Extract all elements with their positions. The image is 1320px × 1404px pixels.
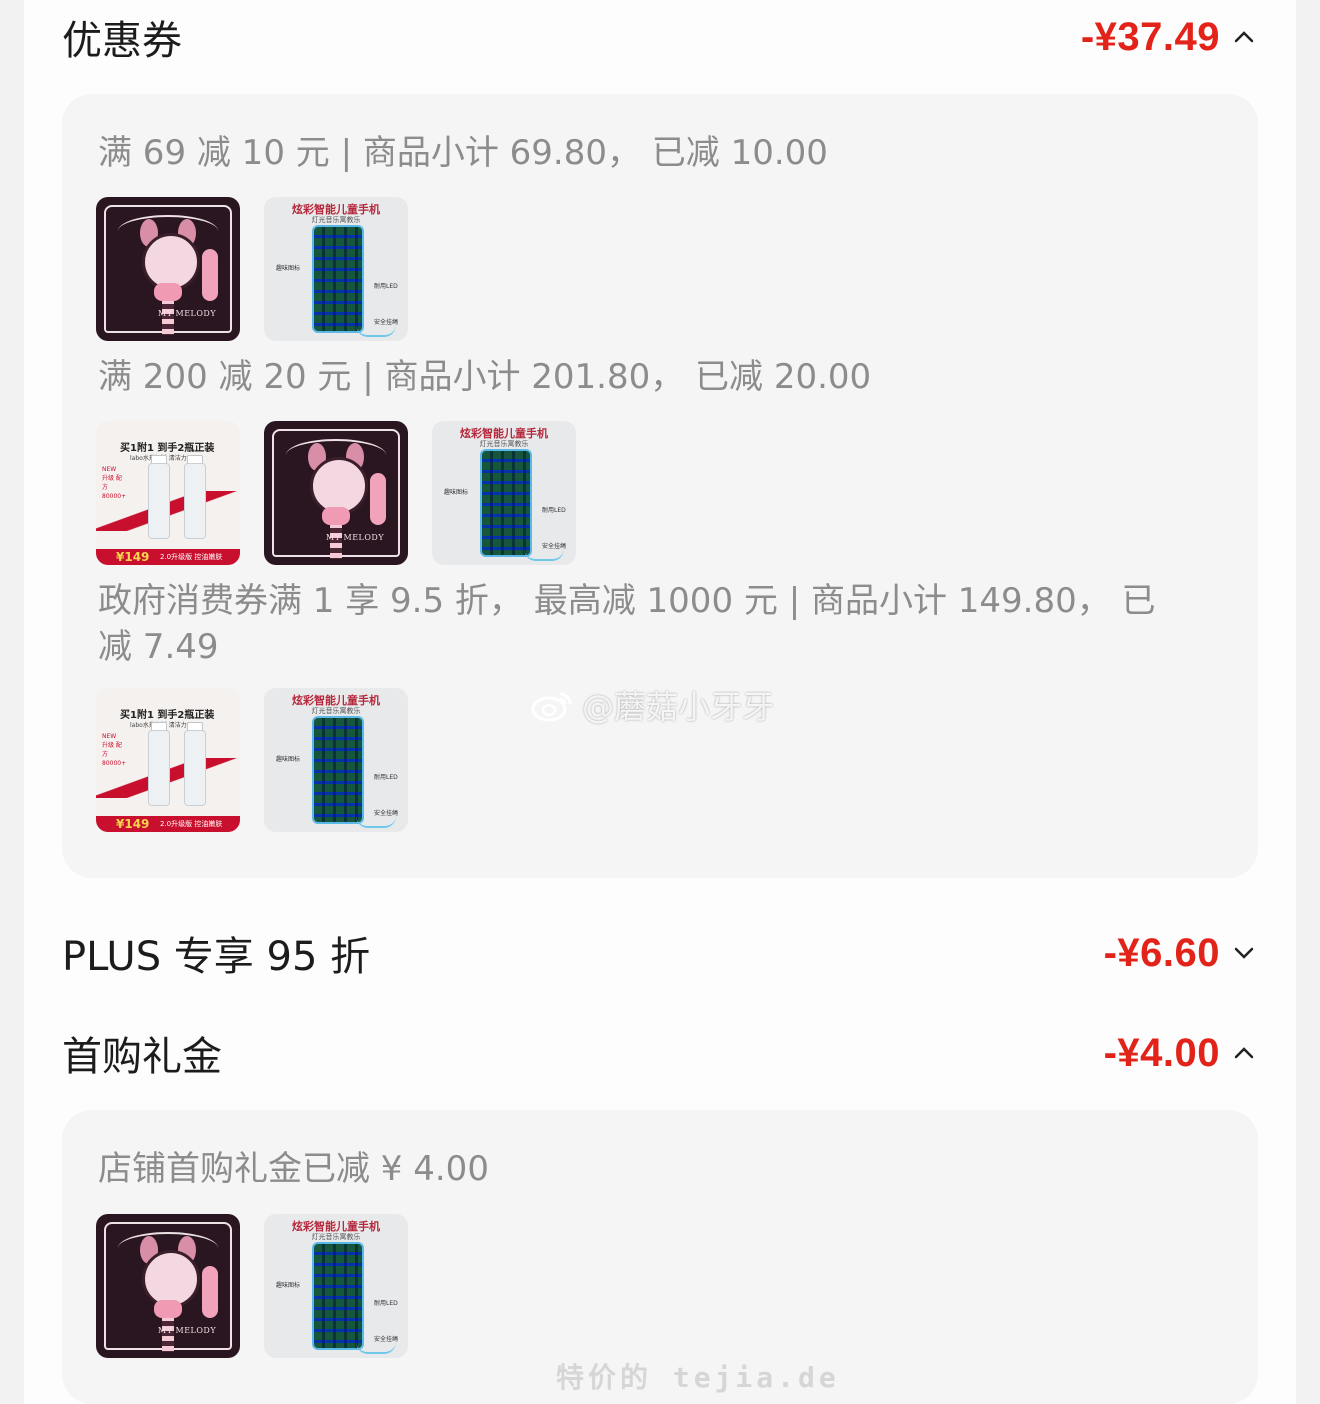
product-headline: 买1附1 到手2瓶正装 (120, 710, 215, 721)
product-side-text: NEW 升级 配方 80000+ (102, 466, 127, 500)
heart-shape (154, 1300, 182, 1318)
product-subtitle: 灯光音乐寓教乐 (479, 440, 529, 448)
chevron-down-icon[interactable] (1230, 939, 1258, 967)
plus-section-header[interactable]: PLUS 专享 95 折 -¥6.60 (62, 918, 1258, 988)
chevron-up-icon[interactable] (1230, 23, 1258, 51)
product-label-bottom: 安全挂绳 (374, 319, 399, 326)
first-purchase-text: 店铺首购礼金已减 ¥ 4.00 (98, 1149, 489, 1189)
product-thumb-phone[interactable]: 炫彩智能儿童手机 灯光音乐寓教乐 趣味图标 耐用LED 安全挂绳 (432, 421, 576, 565)
product-thumb-phone[interactable]: 炫彩智能儿童手机 灯光音乐寓教乐 趣味图标 耐用LED 安全挂绳 (264, 688, 408, 832)
product-label-bottom: 安全挂绳 (374, 810, 399, 817)
product-thumb-melody[interactable]: MY MELODY (264, 421, 408, 565)
heart-shape (322, 507, 350, 525)
coupon-section-title: 优惠券 (62, 18, 182, 64)
phone-body (480, 449, 532, 557)
product-subtitle: 灯光音乐寓教乐 (311, 707, 361, 715)
plus-discount-amount: -¥6.60 (1103, 930, 1220, 975)
product-label-left: 趣味图标 (444, 489, 469, 496)
coupon-group-3-products: 买1附1 到手2瓶正装 labo水升级版 清洁力UP NEW 升级 配方 800… (96, 688, 408, 832)
tag-shape (202, 249, 218, 301)
product-label-bottom: 安全挂绳 (542, 543, 567, 550)
phone-body (312, 225, 364, 333)
coupon-discount-amount: -¥37.49 (1080, 14, 1220, 59)
coupon-section-header[interactable]: 优惠券 -¥37.49 (62, 2, 1258, 72)
heart-shape (154, 283, 182, 301)
first-purchase-section-header[interactable]: 首购礼金 -¥4.00 (62, 1018, 1258, 1088)
product-thumb-melody[interactable]: MY MELODY (96, 1214, 240, 1358)
phone-cord (356, 1342, 396, 1354)
first-purchase-products: MY MELODY 炫彩智能儿童手机 灯光音乐寓教乐 趣味图标 耐用LED 安全… (96, 1214, 408, 1358)
phone-body (312, 1242, 364, 1350)
phone-cord (356, 325, 396, 337)
phone-cord (356, 816, 396, 828)
footer-watermark: 特价的 tejia.de (556, 1361, 840, 1394)
product-label: MY MELODY (326, 533, 385, 542)
product-thumb-skincare[interactable]: 买1附1 到手2瓶正装 labo水升级版 清洁力UP NEW 升级 配方 800… (96, 421, 240, 565)
product-label-left: 趣味图标 (276, 1282, 301, 1289)
phone-cord (524, 549, 564, 561)
product-version: 2.0升级版 控油嫩肤 (160, 820, 223, 828)
coupon-group-2-text: 满 200 减 20 元 | 商品小计 201.80， 已减 20.00 (98, 357, 872, 397)
coupon-group-3-text: 政府消费券满 1 享 9.5 折， 最高减 1000 元 | 商品小计 149.… (98, 581, 1156, 667)
product-subtitle: 灯光音乐寓教乐 (311, 1233, 361, 1241)
bottle-shape (148, 730, 170, 806)
product-price: ¥149 (116, 817, 150, 831)
product-label-right: 耐用LED (374, 774, 398, 781)
plus-amount-group[interactable]: -¥6.60 (1104, 931, 1258, 976)
product-label-right: 耐用LED (374, 283, 398, 290)
phone-body (312, 716, 364, 824)
weibo-watermark: @蘑菇小牙牙 (530, 682, 774, 728)
product-thumb-melody[interactable]: MY MELODY (96, 197, 240, 341)
product-label-left: 趣味图标 (276, 756, 301, 763)
chevron-up-icon[interactable] (1230, 1039, 1258, 1067)
product-label-right: 耐用LED (374, 1300, 398, 1307)
product-label-bottom: 安全挂绳 (374, 1336, 399, 1343)
tag-shape (202, 1266, 218, 1318)
bottle-shape (184, 730, 206, 806)
product-thumb-phone[interactable]: 炫彩智能儿童手机 灯光音乐寓教乐 趣味图标 耐用LED 安全挂绳 (264, 197, 408, 341)
product-label-left: 趣味图标 (276, 265, 301, 272)
product-side-text: NEW 升级 配方 80000+ (102, 733, 127, 767)
product-subtitle: 灯光音乐寓教乐 (311, 216, 361, 224)
product-thumb-skincare[interactable]: 买1附1 到手2瓶正装 labo水升级版 清洁力UP NEW 升级 配方 800… (96, 688, 240, 832)
product-version: 2.0升级版 控油嫩肤 (160, 553, 223, 561)
coupon-group-1-products: MY MELODY 炫彩智能儿童手机 灯光音乐寓教乐 趣味图标 耐用LED 安全… (96, 197, 408, 341)
tag-shape (370, 473, 386, 525)
product-headline: 买1附1 到手2瓶正装 (120, 443, 215, 454)
bottle-shape (184, 463, 206, 539)
product-label: MY MELODY (158, 1326, 217, 1335)
weibo-logo-icon (531, 692, 572, 722)
product-label: MY MELODY (158, 309, 217, 318)
first-purchase-amount-group[interactable]: -¥4.00 (1104, 1031, 1258, 1076)
coupon-group-2-products: 买1附1 到手2瓶正装 labo水升级版 清洁力UP NEW 升级 配方 800… (96, 421, 576, 565)
plus-section-title: PLUS 专享 95 折 (62, 934, 371, 980)
bottle-shape (148, 463, 170, 539)
first-purchase-section-title: 首购礼金 (62, 1034, 222, 1080)
product-thumb-phone[interactable]: 炫彩智能儿童手机 灯光音乐寓教乐 趣味图标 耐用LED 安全挂绳 (264, 1214, 408, 1358)
first-purchase-discount-amount: -¥4.00 (1103, 1030, 1220, 1075)
coupon-group-1-text: 满 69 减 10 元 | 商品小计 69.80， 已减 10.00 (98, 133, 828, 173)
product-price: ¥149 (116, 550, 150, 564)
watermark-handle: @蘑菇小牙牙 (582, 688, 775, 726)
coupon-amount-group[interactable]: -¥37.49 (1081, 15, 1258, 60)
product-label-right: 耐用LED (542, 507, 566, 514)
